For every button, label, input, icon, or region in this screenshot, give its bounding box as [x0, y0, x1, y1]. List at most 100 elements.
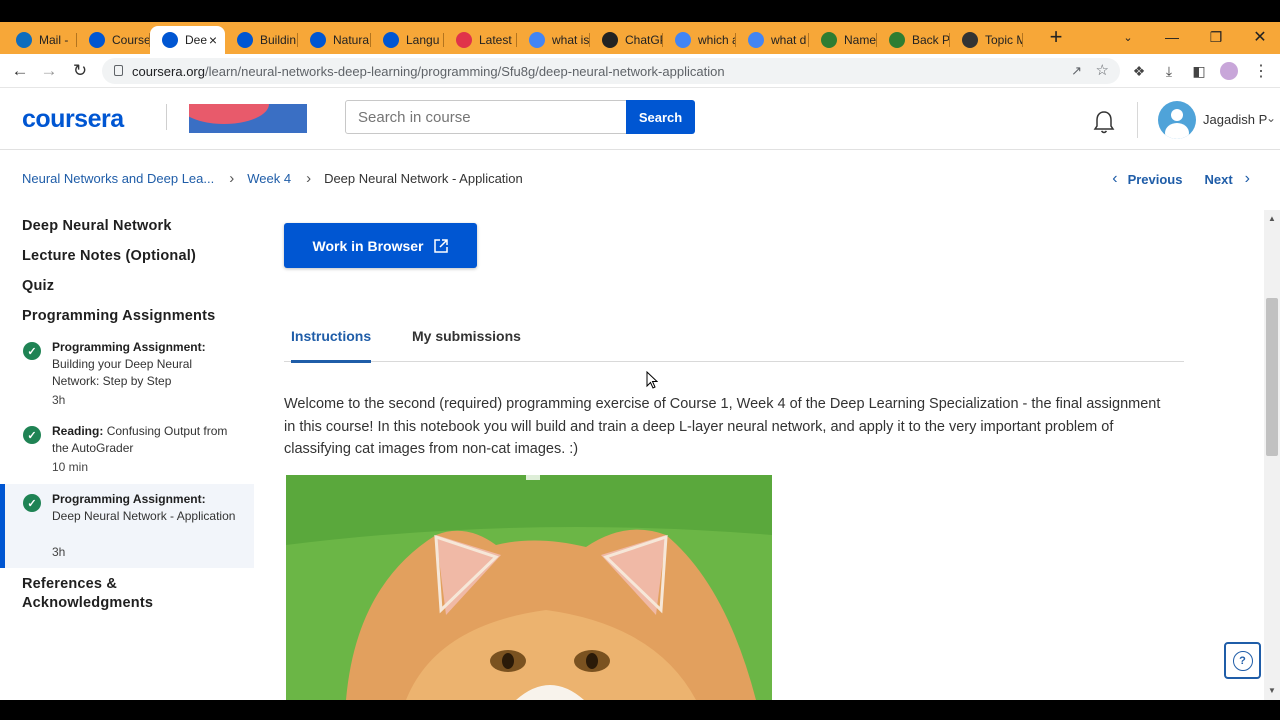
coursera-icon [310, 32, 326, 48]
lock-icon [114, 65, 123, 76]
browser-tab[interactable]: what d [736, 26, 809, 54]
top-letterbox [0, 0, 1280, 22]
work-in-browser-button[interactable]: Work in Browser [284, 223, 477, 268]
browser-tab[interactable]: Langu [371, 26, 444, 54]
browser-tab-label: Latest [479, 33, 512, 47]
browser-tab[interactable]: Latest [444, 26, 517, 54]
search-input[interactable] [345, 100, 627, 134]
sidebar-item-label: Reading: Confusing Output from the AutoG… [52, 424, 228, 455]
browser-tab[interactable]: Natura [298, 26, 371, 54]
browser-tab[interactable]: Named [809, 26, 877, 54]
side-panel-icon[interactable]: ◧ [1190, 62, 1208, 80]
browser-tab-label: Natura [333, 33, 370, 47]
sidebar-section-programming-assignments[interactable]: Programming Assignments [22, 308, 215, 324]
extensions-icon[interactable]: ❖ [1130, 62, 1148, 80]
sidebar-section-references[interactable]: References & Acknowledgments [22, 575, 222, 613]
logo-divider [166, 104, 167, 130]
browser-tab[interactable]: Back P [877, 26, 950, 54]
close-window-button[interactable]: ✕ [1240, 22, 1280, 52]
external-link-icon [433, 238, 448, 253]
browser-tab-label: what is [552, 33, 590, 47]
coursera-logo[interactable]: coursera [22, 105, 124, 134]
notification-bell-icon[interactable] [1092, 109, 1116, 135]
tab-search-chevron-icon[interactable]: ⌄ [1108, 22, 1148, 52]
course-sidebar: Deep Neural Network Lecture Notes (Optio… [0, 210, 254, 700]
browser-tab-strip: Mail - Course Dee × Buildin Natura Langu Latest… [0, 22, 1280, 54]
address-bar[interactable]: coursera.org/learn/neural-networks-deep-… [102, 58, 1120, 84]
chevron-right-icon: › [306, 169, 312, 187]
downloads-icon[interactable]: ⤓ [1160, 62, 1178, 80]
menu-dots-icon[interactable]: ⋮ [1252, 62, 1270, 80]
sidebar-item-duration: 3h [52, 393, 66, 407]
browser-tab-label: ChatGP [625, 33, 663, 47]
breadcrumb-week-link[interactable]: Week 4 [247, 171, 291, 186]
header-divider [1137, 102, 1138, 138]
coursera-icon [383, 32, 399, 48]
sidebar-item-deep-nn-application[interactable]: ✓ Programming Assignment: Deep Neural Net… [0, 484, 254, 568]
browser-tab[interactable]: Dee × [150, 26, 225, 54]
sidebar-item-building-deep-nn[interactable]: ✓ Programming Assignment: Building your D… [0, 336, 254, 410]
sidebar-item-duration: 10 min [52, 460, 89, 474]
mouse-cursor-icon [646, 371, 658, 389]
completed-check-icon: ✓ [23, 426, 41, 444]
restore-button[interactable]: ❐ [1196, 22, 1236, 52]
browser-tab[interactable]: Topic M [950, 26, 1023, 54]
scroll-up-arrow-icon[interactable]: ▲ [1267, 214, 1277, 223]
search-button[interactable]: Search [626, 100, 695, 134]
help-button[interactable]: ? [1224, 642, 1261, 679]
minimize-button[interactable]: — [1152, 22, 1192, 52]
share-icon[interactable]: ↗ [1071, 63, 1082, 79]
sidebar-section-lecture-notes[interactable]: Lecture Notes (Optional) [22, 248, 196, 264]
browser-tab-label: which a [698, 33, 736, 47]
browser-tab[interactable]: Course [77, 26, 150, 54]
browser-tab[interactable]: which a [663, 26, 736, 54]
back-arrow-icon[interactable]: ← [8, 59, 32, 83]
chevron-right-icon[interactable]: › [1245, 170, 1250, 188]
cat-image [286, 475, 772, 700]
browser-tab[interactable]: what is [517, 26, 590, 54]
tab-separator [1022, 33, 1023, 47]
tds-icon [962, 32, 978, 48]
tab-my-submissions[interactable]: My submissions [412, 328, 521, 360]
browser-tab[interactable]: Buildin [225, 26, 298, 54]
sidebar-section-deep-neural-network[interactable]: Deep Neural Network [22, 218, 172, 234]
reload-icon[interactable]: ↻ [68, 59, 92, 83]
partner-banner-image [189, 104, 307, 133]
browser-tab-label: what d [771, 33, 807, 47]
url-path: /learn/neural-networks-deep-learning/pro… [204, 63, 725, 79]
browser-tab[interactable]: Mail - [4, 26, 77, 54]
new-tab-button[interactable]: + [1036, 22, 1076, 52]
profile-avatar-icon[interactable] [1220, 62, 1238, 80]
item-navigation: ‹ Previous Next › [1112, 170, 1250, 188]
content-tabs: Instructions My submissions [284, 318, 1184, 363]
scrollbar-thumb[interactable] [1266, 298, 1278, 456]
breadcrumb: Neural Networks and Deep Lea... › Week 4… [22, 169, 523, 187]
coursera-icon [237, 32, 253, 48]
bottom-letterbox [0, 700, 1280, 720]
sidebar-section-quiz[interactable]: Quiz [22, 278, 54, 294]
user-name[interactable]: Jagadish P [1203, 112, 1267, 127]
sidebar-item-confusing-output[interactable]: ✓ Reading: Confusing Output from the Aut… [0, 420, 254, 480]
next-link[interactable]: Next [1204, 172, 1232, 187]
breadcrumb-course-link[interactable]: Neural Networks and Deep Lea... [22, 171, 214, 186]
bookmark-star-icon[interactable]: ☆ [1096, 61, 1109, 79]
tab-instructions[interactable]: Instructions [291, 328, 372, 363]
google-icon [748, 32, 764, 48]
site-header: coursera Search Jagadish P ⌄ [0, 89, 1280, 150]
scroll-down-arrow-icon[interactable]: ▼ [1267, 686, 1277, 695]
browser-tab[interactable]: ChatGP [590, 26, 663, 54]
chevron-down-icon[interactable]: ⌄ [1266, 111, 1276, 125]
browser-toolbar: ← → ↻ coursera.org/learn/neural-networks… [0, 54, 1280, 88]
user-avatar[interactable] [1158, 101, 1196, 139]
completed-check-icon: ✓ [23, 342, 41, 360]
forward-arrow-icon[interactable]: → [37, 59, 61, 83]
browser-tab-label: Langu [406, 33, 440, 47]
url-host: coursera.org [132, 63, 205, 79]
chevron-right-icon: › [229, 169, 235, 187]
sidebar-item-label: Programming Assignment: Building your Dee… [52, 340, 206, 388]
huggingface-icon [889, 32, 905, 48]
close-tab-icon[interactable]: × [209, 32, 217, 48]
previous-link[interactable]: Previous [1128, 172, 1183, 187]
browser-tab-label: Dee [185, 33, 208, 47]
chevron-left-icon[interactable]: ‹ [1112, 170, 1117, 188]
